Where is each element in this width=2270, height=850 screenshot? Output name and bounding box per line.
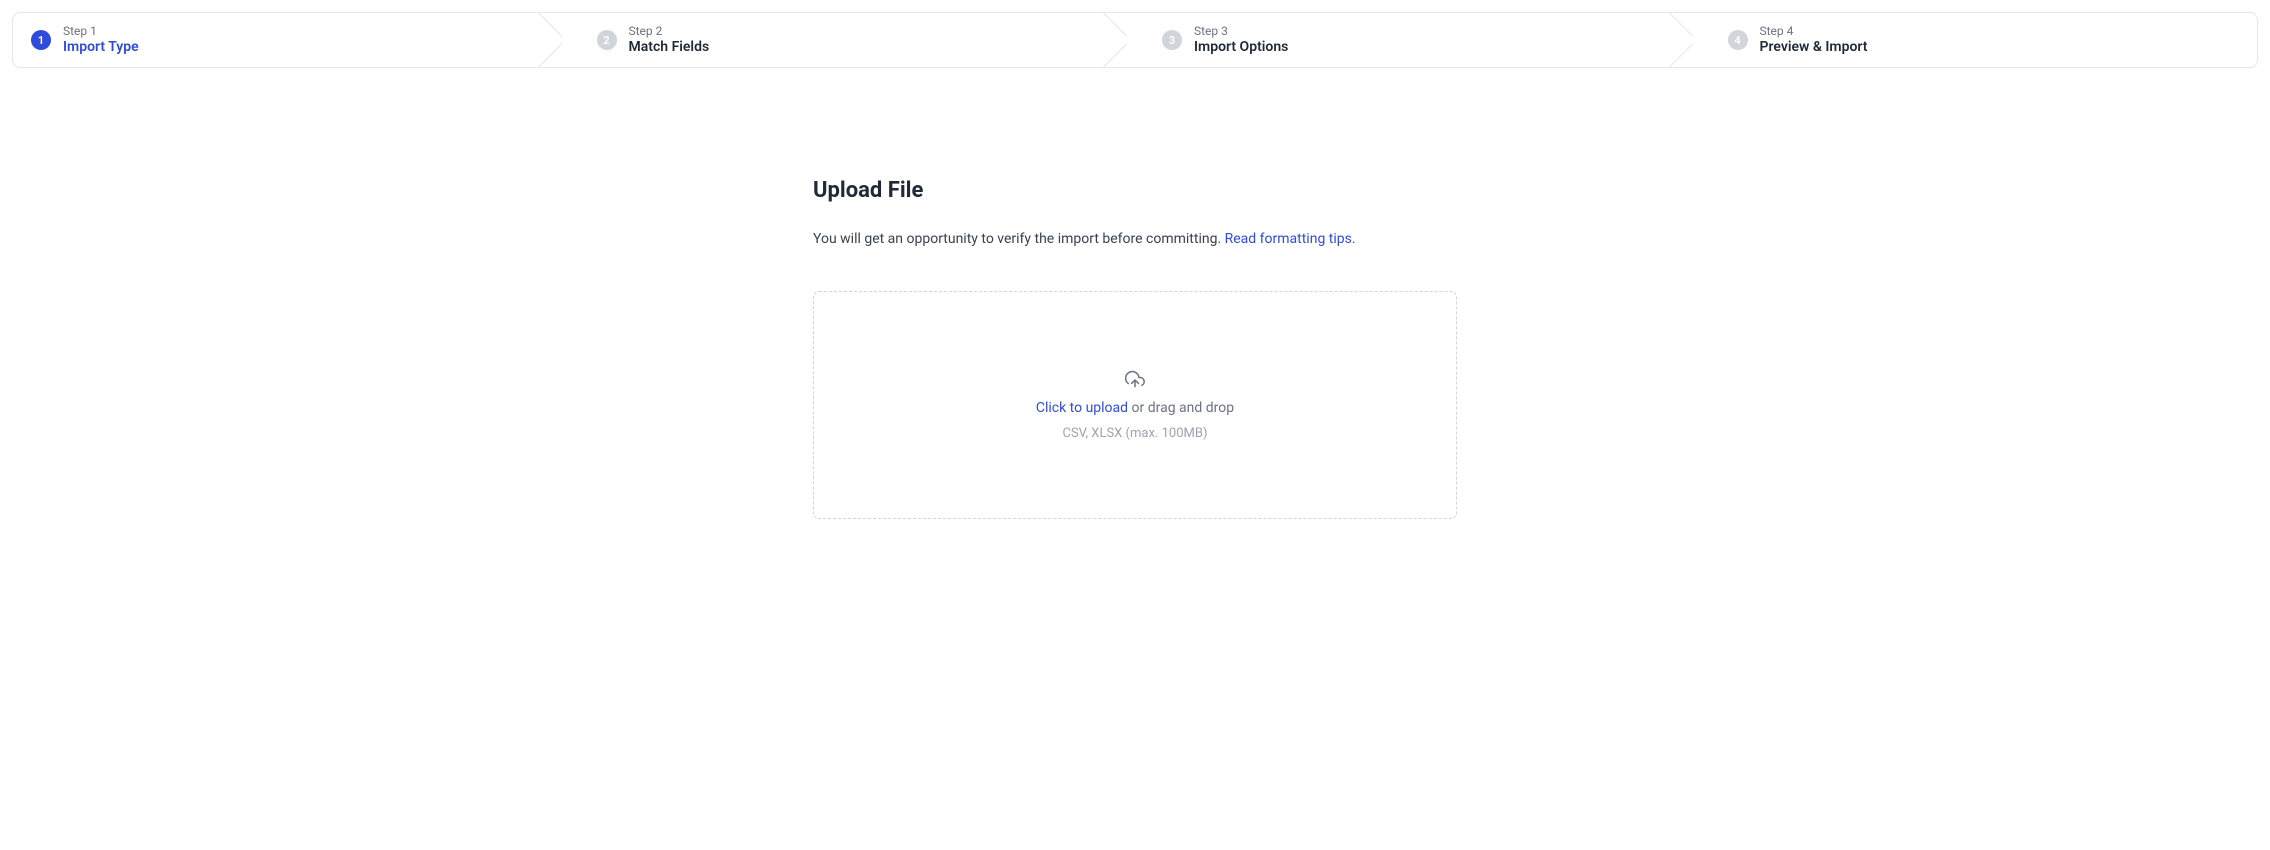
dropzone-primary-text: Click to upload or drag and drop: [1036, 400, 1234, 416]
step-number: 3: [1169, 34, 1175, 47]
step-number-badge: 3: [1162, 30, 1182, 50]
step-number: 2: [603, 34, 609, 47]
step-import-options[interactable]: 3 Step 3 Import Options: [1126, 13, 1692, 67]
step-title: Import Type: [63, 39, 139, 57]
drag-drop-text: or drag and drop: [1128, 400, 1234, 416]
step-label: Step 2: [629, 24, 710, 39]
page-title: Upload File: [813, 178, 1457, 203]
step-match-fields[interactable]: 2 Step 2 Match Fields: [561, 13, 1127, 67]
upload-cloud-icon: [1125, 370, 1145, 390]
stepper: 1 Step 1 Import Type 2 Step 2 Match Fiel…: [12, 12, 2258, 68]
step-title: Preview & Import: [1760, 39, 1868, 57]
step-title: Import Options: [1194, 39, 1288, 57]
step-title: Match Fields: [629, 39, 710, 57]
subtext-suffix: .: [1352, 231, 1356, 247]
click-to-upload-text: Click to upload: [1036, 400, 1128, 416]
subtext-prefix: You will get an opportunity to verify th…: [813, 231, 1225, 247]
dropzone-hint: CSV, XLSX (max. 100MB): [1063, 426, 1208, 441]
step-number-badge: 4: [1728, 30, 1748, 50]
step-number-badge: 2: [597, 30, 617, 50]
file-dropzone[interactable]: Click to upload or drag and drop CSV, XL…: [813, 291, 1457, 519]
step-import-type[interactable]: 1 Step 1 Import Type: [13, 13, 561, 67]
step-label: Step 1: [63, 24, 139, 39]
formatting-tips-link[interactable]: Read formatting tips: [1225, 231, 1352, 247]
step-number-badge: 1: [31, 30, 51, 50]
step-number: 4: [1734, 34, 1740, 47]
step-label: Step 3: [1194, 24, 1288, 39]
step-preview-import[interactable]: 4 Step 4 Preview & Import: [1692, 13, 2258, 67]
step-label: Step 4: [1760, 24, 1868, 39]
step-number: 1: [38, 34, 44, 47]
page-subtext: You will get an opportunity to verify th…: [813, 231, 1457, 247]
